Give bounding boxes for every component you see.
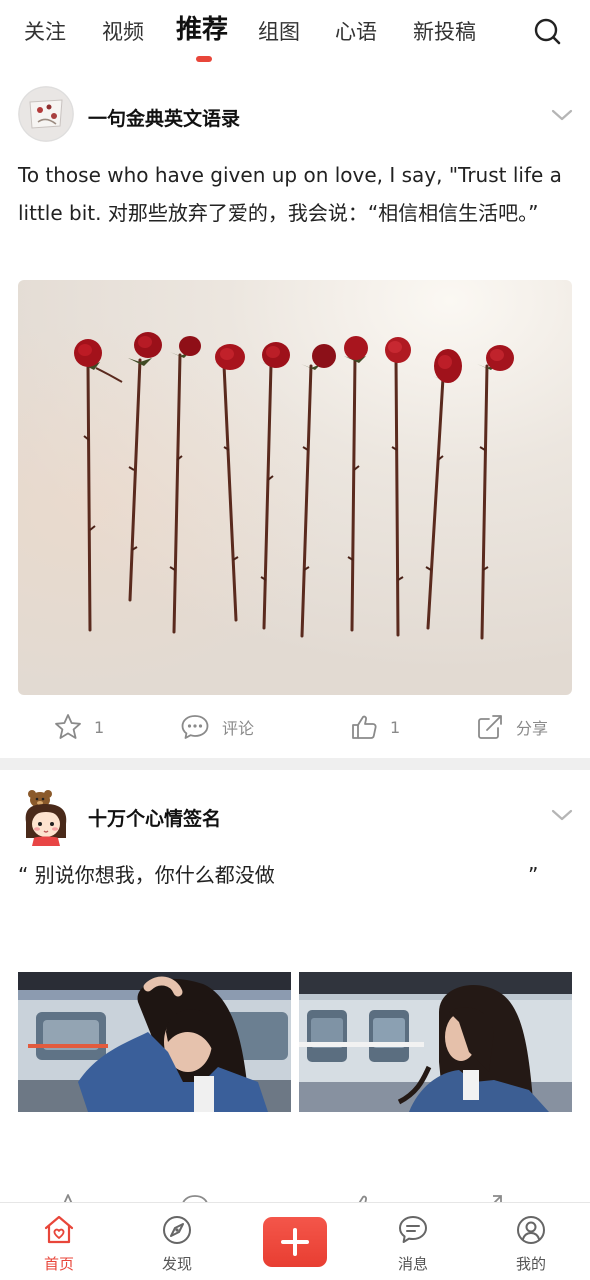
nav-messages[interactable]: 消息 <box>373 1213 453 1274</box>
chevron-down-icon[interactable] <box>550 107 574 123</box>
plus-icon <box>281 1228 309 1256</box>
star-icon <box>55 714 81 739</box>
nav-discover-label: 发现 <box>161 1255 192 1273</box>
post-text: To those who have given up on love, I sa… <box>18 163 562 225</box>
comment-label: 评论 <box>222 719 255 738</box>
post-card[interactable]: 十万个心情签名 “ 别说你想我，你什么都没做 ” <box>0 770 590 1220</box>
tab-heart-words[interactable]: 心语 <box>335 16 377 48</box>
profile-icon <box>517 1216 545 1244</box>
nav-home[interactable]: 首页 <box>19 1213 99 1274</box>
avatar[interactable] <box>18 786 74 846</box>
roses-photo <box>18 280 572 695</box>
post-text-closing-quote: ” <box>528 863 539 887</box>
nav-messages-label: 消息 <box>397 1255 428 1273</box>
nav-profile-label: 我的 <box>515 1255 546 1273</box>
comment-icon <box>181 715 209 739</box>
tab-gallery[interactable]: 组图 <box>258 16 300 48</box>
tab-recommend[interactable]: 推荐 <box>176 14 228 46</box>
tab-video[interactable]: 视频 <box>102 16 144 48</box>
bottom-navigation: 首页 发现 消息 我的 <box>0 1202 590 1280</box>
post-author-name[interactable]: 一句金典英文语录 <box>88 104 240 131</box>
thumbs-up-icon <box>352 715 377 739</box>
nav-profile[interactable]: 我的 <box>491 1213 571 1274</box>
favorite-count: 1 <box>94 717 105 737</box>
home-icon <box>44 1215 74 1244</box>
avatar[interactable] <box>18 86 74 142</box>
portrait-photo-left <box>18 972 291 1112</box>
tab-follow[interactable]: 关注 <box>24 16 66 48</box>
top-tab-bar: 关注 视频 推荐 组图 心语 新投稿 <box>0 0 590 70</box>
portrait-photo-right <box>299 972 572 1112</box>
post-card[interactable]: 一句金典英文语录 To those who have given up on l… <box>0 70 590 758</box>
post-image[interactable] <box>18 972 291 1112</box>
post-text-body: “ 别说你想我，你什么都没做 <box>18 863 275 887</box>
favorite-button[interactable]: 1 <box>54 712 104 742</box>
search-icon <box>534 18 561 45</box>
card-separator <box>0 758 590 770</box>
chevron-down-icon[interactable] <box>550 807 574 823</box>
post-author-name[interactable]: 十万个心情签名 <box>88 804 221 831</box>
like-button[interactable]: 1 <box>350 712 400 742</box>
nav-discover[interactable]: 发现 <box>137 1213 217 1274</box>
post-image[interactable] <box>299 972 572 1112</box>
active-tab-indicator <box>196 56 212 62</box>
nav-home-label: 首页 <box>43 1255 74 1273</box>
tab-new-submission[interactable]: 新投稿 <box>413 16 476 48</box>
share-button[interactable]: 分享 <box>476 712 548 742</box>
share-label: 分享 <box>516 719 549 738</box>
message-icon <box>399 1216 427 1243</box>
post-image[interactable] <box>18 280 572 695</box>
comment-button[interactable]: 评论 <box>180 712 254 742</box>
discover-icon <box>163 1216 191 1244</box>
publish-button[interactable] <box>263 1217 327 1267</box>
post-text: “ 别说你想我，你什么都没做 ” <box>18 860 572 890</box>
like-count: 1 <box>390 717 401 737</box>
search-button[interactable] <box>532 16 564 48</box>
share-icon <box>478 715 502 739</box>
